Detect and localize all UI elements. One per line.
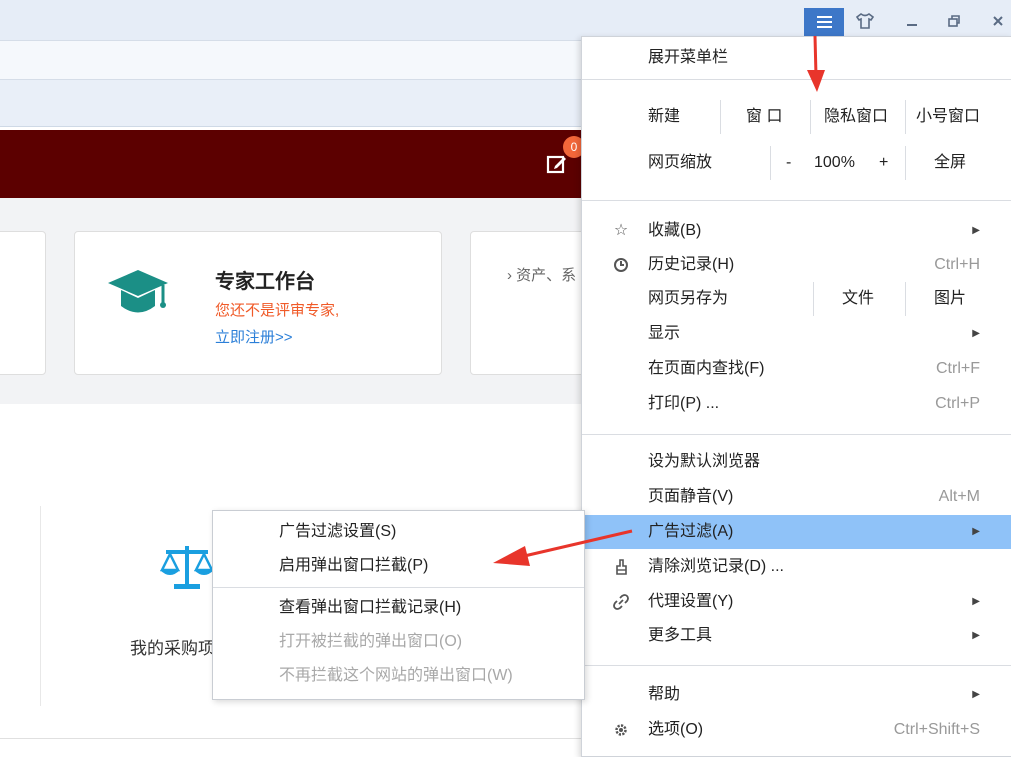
menu-separator: [905, 100, 906, 134]
browser-main-menu: 展开菜单栏 新建 窗 口 隐私窗口 小号窗口 网页缩放 - 100% + 全屏 …: [581, 36, 1011, 757]
menu-separator: [582, 665, 1011, 666]
menu-item-label: 历史记录(H): [648, 256, 735, 273]
menu-item-expand-menubar[interactable]: 展开菜单栏: [582, 41, 1011, 75]
assets-card-text: › 资产、系: [507, 267, 577, 284]
submenu-item-open-blocked: 打开被拦截的弹出窗口(O): [279, 633, 463, 650]
menu-item-mute[interactable]: 页面静音(V) Alt+M: [582, 480, 1011, 514]
menu-separator: [582, 79, 1011, 80]
submenu-item-enable-popup-block[interactable]: 启用弹出窗口拦截(P): [279, 551, 428, 581]
star-icon: ☆: [613, 222, 629, 239]
new-small-window-button[interactable]: 小号窗口: [916, 100, 980, 134]
menu-icon[interactable]: [804, 8, 844, 36]
save-file-button[interactable]: 文件: [842, 282, 874, 316]
menu-separator: [810, 100, 811, 134]
menu-item-shortcut: Ctrl+F: [936, 360, 980, 377]
submenu-arrow-icon: ▶: [972, 225, 980, 236]
restore-icon[interactable]: [941, 8, 967, 34]
zoom-label: 网页缩放: [648, 154, 713, 171]
menu-item-label: 展开菜单栏: [648, 49, 729, 66]
register-link[interactable]: 立即注册>>: [215, 326, 293, 347]
menu-item-shortcut: Ctrl+Shift+S: [893, 721, 980, 738]
menu-item-label: 选项(O): [648, 721, 704, 738]
menu-item-shortcut: Ctrl+P: [935, 395, 980, 412]
divider: [40, 506, 41, 706]
menu-item-shortcut: Alt+M: [938, 488, 980, 505]
menu-item-label: 广告过滤(A): [648, 523, 734, 540]
menu-item-print[interactable]: 打印(P) ... Ctrl+P: [582, 387, 1011, 421]
menu-separator: [813, 282, 814, 316]
menu-item-label: 打印(P) ...: [648, 395, 720, 412]
submenu-item-never-block-site: 不再拦截这个网站的弹出窗口(W): [279, 667, 513, 684]
menu-item-set-default[interactable]: 设为默认浏览器: [582, 445, 1011, 479]
close-icon[interactable]: [985, 8, 1011, 34]
ad-filter-submenu: 广告过滤设置(S) 启用弹出窗口拦截(P) 查看弹出窗口拦截记录(H) 打开被拦…: [212, 510, 585, 700]
menu-item-options[interactable]: 选项(O) Ctrl+Shift+S: [582, 713, 1011, 747]
menu-separator: [582, 200, 1011, 201]
submenu-arrow-icon: ▶: [972, 526, 980, 537]
submenu-item-view-block-log[interactable]: 查看弹出窗口拦截记录(H): [279, 593, 461, 623]
menu-item-label: 显示: [648, 325, 681, 342]
submenu-arrow-icon: ▶: [972, 596, 980, 607]
menu-item-favorites[interactable]: ☆ 收藏(B) ▶: [582, 214, 1011, 248]
menu-item-label: 代理设置(Y): [648, 593, 734, 610]
submenu-item-ad-settings[interactable]: 广告过滤设置(S): [279, 517, 396, 547]
card-left[interactable]: [0, 231, 46, 375]
menu-item-more-tools[interactable]: 更多工具 ▶: [582, 619, 1011, 653]
gear-icon: [612, 713, 630, 747]
menu-row-save-as: 网页另存为 文件 图片: [582, 282, 1011, 316]
zoom-out-button[interactable]: -: [786, 146, 791, 180]
skin-icon[interactable]: [852, 8, 878, 34]
submenu-arrow-icon: ▶: [972, 689, 980, 700]
menu-item-find[interactable]: 在页面内查找(F) Ctrl+F: [582, 352, 1011, 386]
menu-item-label: 页面静音(V): [648, 488, 734, 505]
fullscreen-button[interactable]: 全屏: [934, 146, 966, 180]
menu-separator: [582, 434, 1011, 435]
menu-item-display[interactable]: 显示 ▶: [582, 317, 1011, 351]
save-as-label: 网页另存为: [648, 290, 729, 307]
link-icon: [612, 585, 630, 619]
menu-separator: [720, 100, 721, 134]
edit-icon[interactable]: [546, 153, 568, 175]
zoom-value: 100%: [814, 154, 855, 171]
menu-item-clear-history[interactable]: 清除浏览记录(D) ...: [582, 550, 1011, 584]
save-image-button[interactable]: 图片: [934, 282, 966, 316]
menu-item-label: 更多工具: [648, 627, 713, 644]
graduation-cap-icon: [108, 270, 168, 313]
menu-separator: [213, 587, 584, 588]
new-private-window-button[interactable]: 隐私窗口: [824, 100, 888, 134]
menu-item-label: 清除浏览记录(D) ...: [648, 558, 784, 575]
scale-icon: [160, 546, 214, 589]
broom-icon: [612, 550, 630, 584]
menu-item-ad-filter[interactable]: 广告过滤(A) ▶: [582, 515, 1011, 549]
clock-icon: [612, 248, 630, 282]
menu-item-history[interactable]: 历史记录(H) Ctrl+H: [582, 248, 1011, 282]
new-label: 新建: [648, 108, 681, 125]
menu-separator: [770, 146, 771, 180]
expert-card-warning: 您还不是评审专家,: [215, 302, 340, 319]
submenu-arrow-icon: ▶: [972, 328, 980, 339]
minimize-icon[interactable]: [899, 8, 925, 34]
menu-item-label: 在页面内查找(F): [648, 360, 765, 377]
card-assets[interactable]: [470, 231, 592, 375]
menu-item-help[interactable]: 帮助 ▶: [582, 678, 1011, 712]
menu-item-shortcut: Ctrl+H: [934, 256, 980, 273]
new-window-button[interactable]: 窗 口: [746, 100, 782, 134]
menu-row-new: 新建 窗 口 隐私窗口 小号窗口: [582, 100, 1011, 134]
menu-item-label: 设为默认浏览器: [648, 453, 761, 470]
zoom-in-button[interactable]: +: [879, 146, 888, 180]
my-purchase-label[interactable]: 我的采购项: [130, 634, 215, 659]
menu-separator: [905, 146, 906, 180]
menu-row-zoom: 网页缩放 - 100% + 全屏: [582, 146, 1011, 180]
expert-card-title: 专家工作台: [215, 271, 315, 293]
menu-item-label: 帮助: [648, 686, 681, 703]
menu-item-proxy[interactable]: 代理设置(Y) ▶: [582, 585, 1011, 619]
menu-item-label: 收藏(B): [648, 222, 702, 239]
submenu-arrow-icon: ▶: [972, 630, 980, 641]
menu-separator: [905, 282, 906, 316]
